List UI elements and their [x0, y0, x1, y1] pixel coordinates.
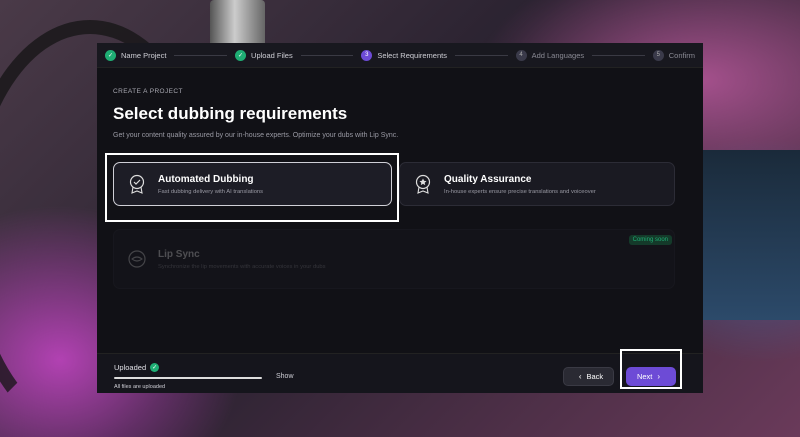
step-label: Confirm — [668, 50, 696, 60]
page-subtitle: Get your content quality assured by our … — [113, 132, 399, 139]
step-label: Upload Files — [251, 50, 293, 60]
step-add-languages[interactable]: 4 Add Languages — [515, 49, 585, 61]
back-button[interactable]: ‹ Back — [563, 367, 614, 386]
option-description: In-house experts ensure precise translat… — [444, 188, 596, 195]
step-label: Select Requirements — [377, 50, 447, 60]
step-upload-files[interactable]: ✓ Upload Files — [235, 49, 293, 61]
option-quality-assurance[interactable]: Quality Assurance In-house experts ensur… — [399, 162, 675, 206]
create-project-dialog: ✓ Name Project ✓ Upload Files 3 Select R… — [97, 43, 703, 393]
step-number: 3 — [361, 49, 373, 61]
option-title: Lip Sync — [158, 248, 200, 260]
step-label: Name Project — [121, 50, 167, 60]
lips-icon — [126, 248, 148, 270]
step-confirm[interactable]: 5 Confirm — [652, 49, 696, 61]
upload-status: Uploaded ✓ — [114, 363, 160, 372]
dialog-body: CREATE A PROJECT Select dubbing requirem… — [97, 68, 703, 393]
eyebrow-label: CREATE A PROJECT — [113, 88, 183, 95]
highlight-box — [620, 349, 682, 389]
step-connector — [174, 54, 228, 56]
back-button-label: Back — [586, 372, 604, 381]
option-lip-sync: Lip Sync Synchronize the lip movements w… — [113, 229, 675, 289]
background-monitor — [700, 150, 800, 320]
step-number: 4 — [515, 49, 527, 61]
step-connector — [454, 54, 508, 56]
coming-soon-badge: Coming soon — [628, 235, 672, 245]
show-files-link[interactable]: Show — [276, 373, 294, 380]
upload-status-label: Uploaded — [114, 363, 147, 372]
page-title: Select dubbing requirements — [113, 104, 348, 123]
award-icon — [412, 173, 434, 195]
chevron-left-icon: ‹ — [578, 372, 582, 381]
step-connector — [592, 54, 645, 56]
highlight-box — [105, 153, 399, 222]
step-name-project[interactable]: ✓ Name Project — [105, 49, 167, 61]
check-circle-icon: ✓ — [150, 363, 160, 372]
option-description: Synchronize the lip movements with accur… — [158, 263, 326, 270]
step-number: 5 — [652, 49, 664, 61]
upload-note: All files are uploaded — [114, 384, 166, 390]
check-icon: ✓ — [235, 49, 247, 61]
check-icon: ✓ — [105, 49, 116, 61]
step-label: Add Languages — [531, 50, 585, 60]
step-select-requirements[interactable]: 3 Select Requirements — [361, 49, 447, 61]
option-title: Quality Assurance — [444, 173, 532, 185]
progress-stepper: ✓ Name Project ✓ Upload Files 3 Select R… — [97, 43, 703, 68]
upload-progress-bar — [114, 377, 262, 379]
step-connector — [300, 54, 354, 56]
dialog-footer: Uploaded ✓ Show All files are uploaded ‹… — [97, 349, 703, 393]
